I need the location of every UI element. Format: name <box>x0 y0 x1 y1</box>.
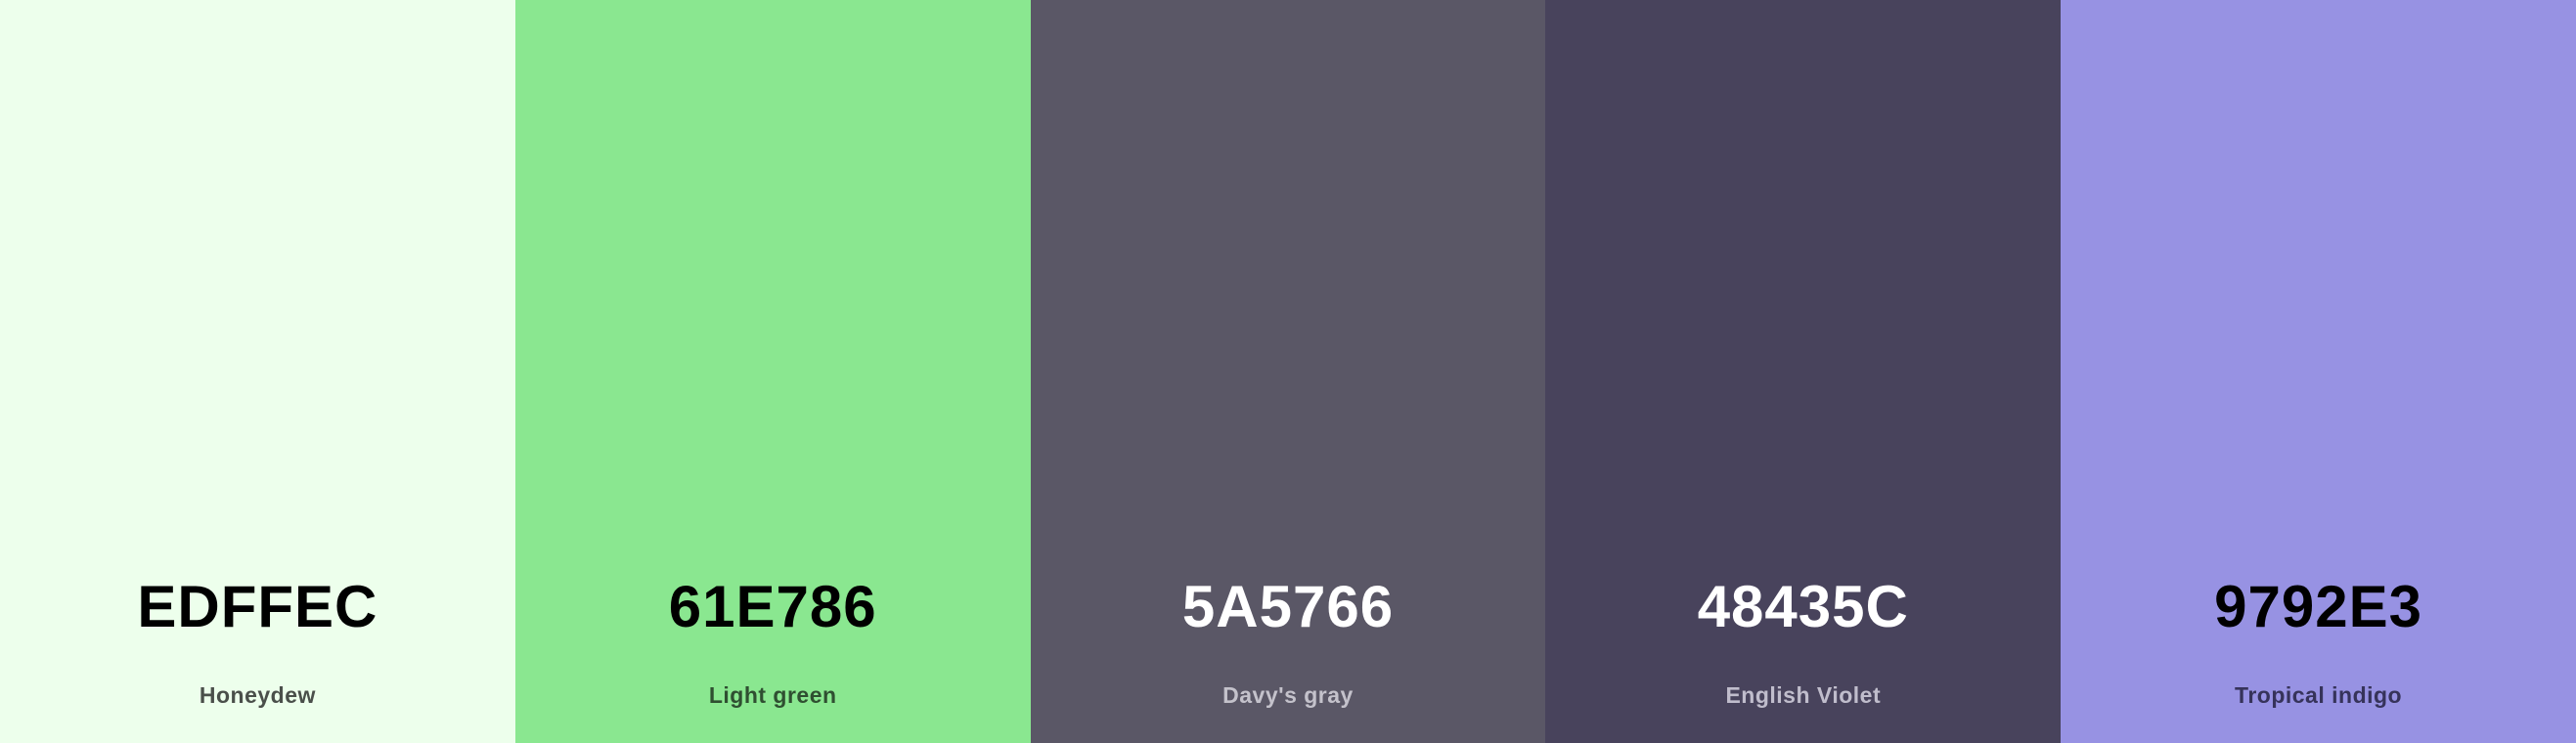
swatch-english-violet[interactable]: 48435C English Violet <box>1545 0 2062 743</box>
swatch-hex-code: EDFFEC <box>137 574 378 639</box>
swatch-light-green[interactable]: 61E786 Light green <box>514 0 1031 743</box>
swatch-hex-code: 48435C <box>1697 574 1909 639</box>
swatch-tropical-indigo[interactable]: 9792E3 Tropical indigo <box>2061 0 2576 743</box>
swatch-hex-code: 5A5766 <box>1181 574 1395 639</box>
swatch-davys-gray[interactable]: 5A5766 Davy's gray <box>1030 0 1546 743</box>
swatch-color-name: English Violet <box>1725 682 1882 708</box>
color-palette: EDFFEC Honeydew 61E786 Light green 5A576… <box>0 0 2576 743</box>
swatch-color-name: Light green <box>708 682 837 708</box>
swatch-color-name: Honeydew <box>199 682 316 708</box>
swatch-color-name: Davy's gray <box>1222 682 1354 708</box>
swatch-hex-code: 61E786 <box>668 574 877 639</box>
swatch-color-name: Tropical indigo <box>2235 682 2403 708</box>
swatch-hex-code: 9792E3 <box>2214 574 2423 639</box>
swatch-honeydew[interactable]: EDFFEC Honeydew <box>0 0 515 743</box>
